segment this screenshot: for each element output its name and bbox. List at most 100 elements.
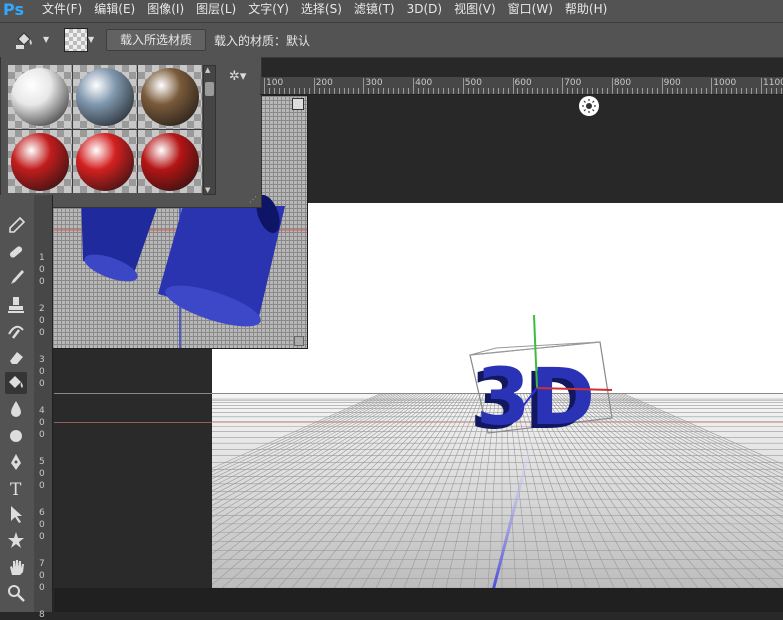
ruler-tick bbox=[487, 88, 489, 94]
menu-item-1[interactable]: 编辑(E) bbox=[94, 0, 135, 22]
menu-item-9[interactable]: 窗口(W) bbox=[508, 0, 553, 22]
vertical-ruler[interactable]: 1002003004005006007008 bbox=[34, 195, 53, 620]
menu-item-10[interactable]: 帮助(H) bbox=[565, 0, 607, 22]
ruler-tick bbox=[358, 88, 360, 94]
type-icon[interactable]: T bbox=[5, 477, 27, 500]
ruler-tick bbox=[577, 88, 579, 94]
material-dropdown-caret-icon[interactable]: ▼ bbox=[88, 35, 94, 44]
ruler-tick bbox=[557, 88, 559, 94]
eraser-icon[interactable] bbox=[5, 346, 27, 368]
ruler-label: 0 bbox=[39, 430, 45, 440]
scroll-down-icon[interactable]: ▼ bbox=[205, 186, 210, 194]
menu-item-4[interactable]: 文字(Y) bbox=[248, 0, 289, 22]
status-bar bbox=[54, 588, 783, 612]
menu-item-6[interactable]: 滤镜(T) bbox=[354, 0, 395, 22]
ruler-tick bbox=[308, 88, 310, 94]
ruler-label: 0 bbox=[39, 571, 45, 581]
material-blue-grey[interactable] bbox=[73, 65, 137, 129]
ruler-tick bbox=[572, 88, 574, 94]
infinite-light-icon[interactable] bbox=[579, 96, 599, 116]
menu-item-0[interactable]: 文件(F) bbox=[42, 0, 82, 22]
pen-icon[interactable] bbox=[5, 451, 27, 473]
ruler-label: 500 bbox=[464, 78, 482, 88]
scroll-thumb[interactable] bbox=[205, 82, 214, 96]
load-selected-material-button[interactable]: 载入所选材质 bbox=[106, 29, 206, 51]
paint-bucket-3d-icon[interactable] bbox=[14, 30, 36, 50]
ruler-label: 4 bbox=[39, 406, 45, 416]
menu-item-8[interactable]: 视图(V) bbox=[454, 0, 496, 22]
menu-item-5[interactable]: 选择(S) bbox=[301, 0, 342, 22]
gear-icon[interactable]: ✲▾ bbox=[229, 69, 246, 84]
secondary-view-toggle-icon[interactable] bbox=[292, 98, 304, 110]
ruler-tick bbox=[606, 88, 608, 94]
horizontal-ruler[interactable]: 100 200 300 400 500 600 700 800 900 1000 1100 bbox=[260, 77, 783, 95]
ruler-tick bbox=[522, 88, 524, 94]
material-sphere bbox=[76, 68, 134, 126]
ruler-tick bbox=[681, 88, 683, 94]
ruler-tick bbox=[268, 88, 270, 94]
ruler-tick bbox=[780, 88, 782, 94]
clone-stamp-icon[interactable] bbox=[5, 294, 27, 316]
ruler-tick bbox=[691, 88, 693, 94]
scroll-up-icon[interactable]: ▲ bbox=[205, 66, 210, 74]
secondary-view-resize-icon[interactable] bbox=[294, 336, 304, 346]
panel-resize-icon[interactable]: ⋰ bbox=[249, 195, 257, 204]
ruler-label: 6 bbox=[39, 508, 45, 518]
zoom-icon[interactable] bbox=[5, 582, 27, 604]
material-red-plaid[interactable] bbox=[138, 130, 202, 193]
ruler-tick bbox=[626, 88, 628, 94]
material-list-scrollbar[interactable]: ▲ ▼ bbox=[203, 65, 216, 195]
pasteboard-strip bbox=[54, 346, 212, 588]
material-white-glossy[interactable] bbox=[8, 65, 72, 129]
blur-icon[interactable] bbox=[5, 398, 27, 420]
dodge-icon[interactable] bbox=[5, 425, 27, 447]
ruler-tick bbox=[651, 88, 653, 94]
ruler-tick bbox=[616, 88, 618, 94]
hand-icon[interactable] bbox=[5, 556, 27, 578]
ruler-label: 0 bbox=[39, 481, 45, 491]
3d-text-object[interactable]: 3D 3D bbox=[440, 300, 640, 610]
material-red-fabric[interactable] bbox=[8, 130, 72, 193]
ruler-tick bbox=[273, 88, 275, 94]
shape-icon[interactable] bbox=[5, 529, 27, 551]
ruler-tick bbox=[537, 88, 539, 94]
ruler-tick bbox=[716, 88, 718, 94]
menu-item-2[interactable]: 图像(I) bbox=[147, 0, 184, 22]
loaded-material-label: 载入的材质：默认 bbox=[214, 34, 311, 48]
ruler-tick bbox=[353, 88, 355, 94]
ruler-tick bbox=[278, 88, 280, 94]
ruler-tick bbox=[442, 88, 444, 94]
material-red-knit[interactable] bbox=[73, 130, 137, 193]
ruler-tick bbox=[477, 88, 479, 94]
ruler-tick bbox=[428, 88, 429, 94]
ruler-tick bbox=[592, 88, 594, 94]
material-swatch[interactable] bbox=[64, 28, 88, 52]
ruler-label: 900 bbox=[663, 78, 681, 88]
ruler-label: 0 bbox=[39, 469, 45, 479]
ruler-label: 0 bbox=[39, 532, 45, 542]
menu-item-3[interactable]: 图层(L) bbox=[196, 0, 236, 22]
ruler-tick bbox=[596, 88, 598, 94]
ruler-tick bbox=[378, 88, 380, 94]
paint-bucket-icon[interactable] bbox=[5, 372, 27, 395]
ruler-tick bbox=[318, 88, 320, 94]
tool-preset-caret-icon[interactable]: ▼ bbox=[43, 35, 49, 44]
svg-text:T: T bbox=[10, 480, 22, 499]
ruler-tick bbox=[726, 88, 728, 94]
eyedropper-icon[interactable] bbox=[5, 215, 27, 237]
history-brush-icon[interactable] bbox=[5, 320, 27, 342]
ruler-label: 800 bbox=[613, 78, 632, 88]
ruler-tick bbox=[636, 88, 638, 94]
ruler-tick bbox=[343, 88, 345, 94]
ruler-tick bbox=[562, 78, 564, 94]
ruler-tick bbox=[611, 78, 613, 94]
ruler-label: 0 bbox=[39, 316, 45, 326]
spot-heal-icon[interactable] bbox=[5, 241, 27, 263]
ruler-tick bbox=[736, 88, 738, 94]
menu-item-7[interactable]: 3D(D) bbox=[407, 0, 442, 22]
material-wood-brown[interactable] bbox=[138, 65, 202, 129]
ruler-tick bbox=[363, 78, 365, 94]
brush-icon[interactable] bbox=[5, 267, 27, 289]
path-select-icon[interactable] bbox=[5, 503, 27, 525]
ruler-tick bbox=[338, 88, 340, 94]
